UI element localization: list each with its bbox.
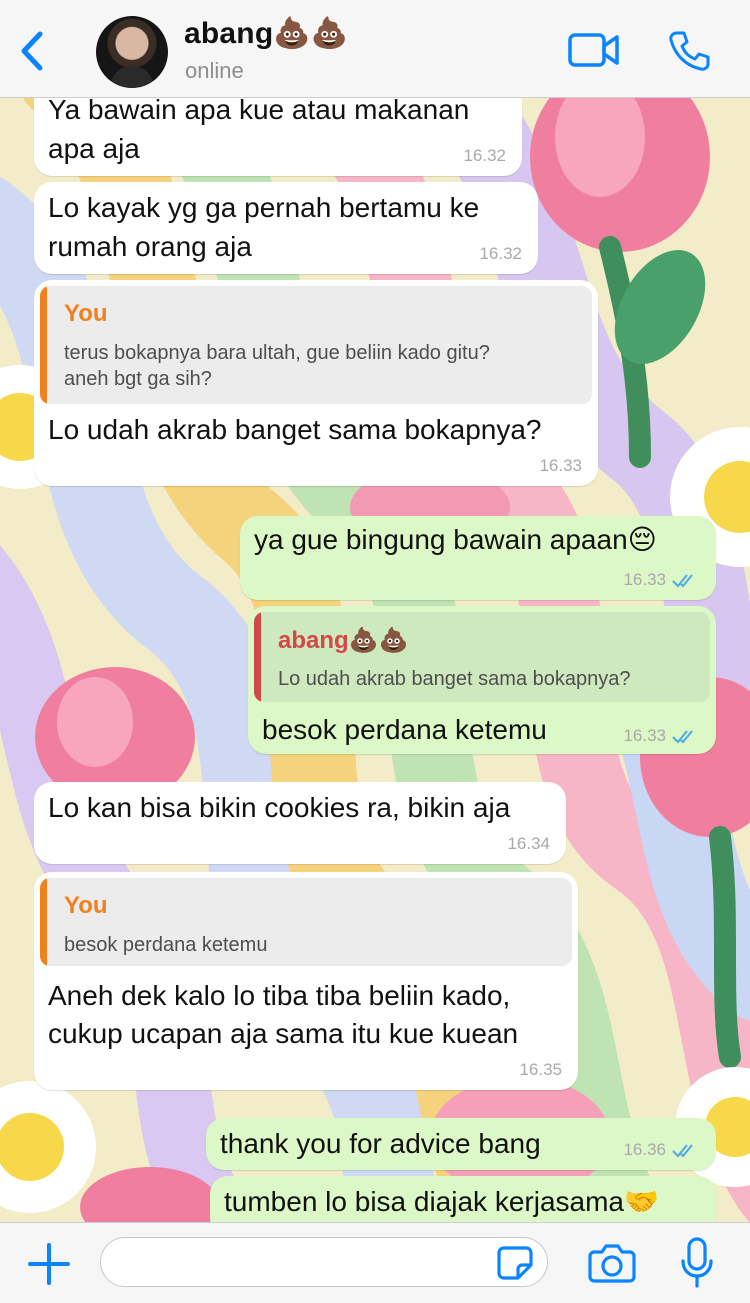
microphone-button[interactable] <box>680 1237 714 1289</box>
message-time: 16.32 <box>479 244 522 263</box>
quoted-author: You <box>64 892 108 919</box>
message-incoming-reply[interactable]: You terus bokapnya bara ultah, gue belii… <box>34 280 598 486</box>
sticker-icon <box>497 1246 533 1280</box>
message-time: 16.33 <box>539 456 582 475</box>
quoted-author: You <box>64 300 108 327</box>
read-ticks-icon <box>672 730 693 744</box>
message-outgoing[interactable]: ya gue bingung bawain apaan😔 16.33 <box>240 516 716 600</box>
attach-button[interactable] <box>26 1241 72 1287</box>
plus-icon <box>28 1243 70 1285</box>
sticker-button[interactable] <box>496 1245 534 1281</box>
message-time: 16.32 <box>463 146 506 165</box>
quoted-message[interactable]: abang💩💩 Lo udah akrab banget sama bokapn… <box>254 612 710 702</box>
quoted-message[interactable]: You besok perdana ketemu <box>40 878 572 966</box>
phone-icon <box>669 31 710 71</box>
voice-call-button[interactable] <box>668 30 710 72</box>
message-outgoing-reply[interactable]: abang💩💩 Lo udah akrab banget sama bokapn… <box>248 606 716 754</box>
message-incoming-reply[interactable]: You besok perdana ketemu Aneh dek kalo l… <box>34 872 578 1090</box>
camera-button[interactable] <box>588 1243 636 1283</box>
chevron-left-icon <box>21 31 43 71</box>
message-text: cukup ucapan aja sama itu kue kuean <box>48 1018 519 1049</box>
read-ticks-icon <box>672 574 693 588</box>
message-input[interactable] <box>100 1237 548 1287</box>
contact-name[interactable]: abang💩💩 <box>184 16 348 51</box>
message-time: 16.36 <box>623 1140 666 1159</box>
message-time: 16.33 <box>623 570 666 589</box>
message-text: Lo udah akrab banget sama bokapnya? <box>48 414 542 445</box>
message-text: Lo kayak yg ga pernah bertamu ke <box>48 192 480 223</box>
message-text: ya gue bingung bawain apaan😔 <box>254 524 657 555</box>
read-ticks-icon <box>672 1144 693 1158</box>
quoted-text: besok perdana ketemu <box>64 934 268 956</box>
message-text: Aneh dek kalo lo tiba tiba beliin kado, <box>48 980 511 1011</box>
video-camera-icon <box>568 33 619 67</box>
message-incoming[interactable]: Lo kan bisa bikin cookies ra, bikin aja … <box>34 782 566 864</box>
camera-icon <box>588 1244 636 1283</box>
message-text: apa aja <box>48 133 140 164</box>
quoted-text: terus bokapnya bara ultah, gue beliin ka… <box>64 342 490 364</box>
message-text: rumah orang aja <box>48 231 252 262</box>
video-call-button[interactable] <box>568 32 620 68</box>
message-time: 16.33 <box>623 726 666 745</box>
back-button[interactable] <box>14 26 54 76</box>
microphone-icon <box>681 1237 713 1288</box>
message-outgoing[interactable]: thank you for advice bang 16.36 <box>206 1118 716 1170</box>
message-text: thank you for advice bang <box>220 1128 541 1159</box>
message-time: 16.34 <box>507 834 550 853</box>
message-text: tumben lo bisa diajak kerjasama🤝 <box>224 1186 659 1217</box>
avatar[interactable] <box>96 16 168 88</box>
message-text: Lo kan bisa bikin cookies ra, bikin aja <box>48 792 511 823</box>
quoted-message[interactable]: You terus bokapnya bara ultah, gue belii… <box>40 286 592 404</box>
message-composer <box>0 1222 750 1303</box>
chat-header: abang💩💩 online <box>0 0 750 98</box>
contact-status: online <box>185 58 244 83</box>
message-text: besok perdana ketemu <box>262 714 547 745</box>
message-time: 16.35 <box>519 1060 562 1079</box>
message-incoming[interactable]: Lo kayak yg ga pernah bertamu ke rumah o… <box>34 182 538 274</box>
quoted-text: Lo udah akrab banget sama bokapnya? <box>278 668 631 690</box>
quoted-author: abang💩💩 <box>278 627 409 654</box>
quoted-text: aneh bgt ga sih? <box>64 368 212 390</box>
